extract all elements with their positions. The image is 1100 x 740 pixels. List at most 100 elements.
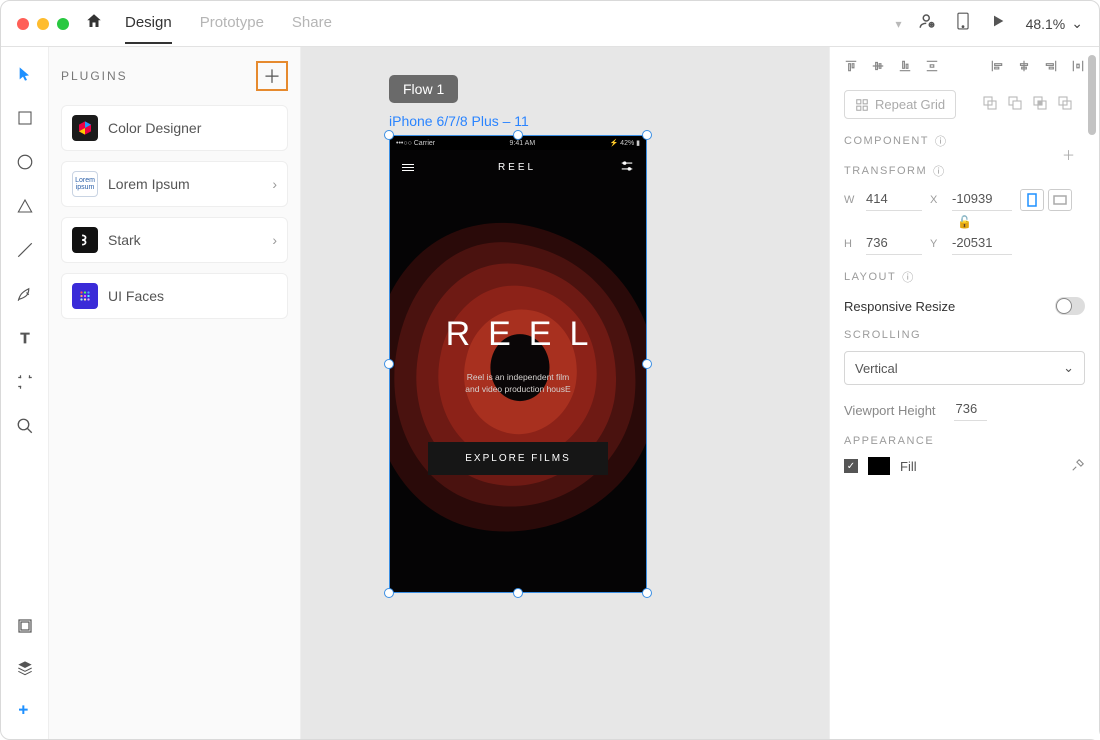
repeat-grid-label: Repeat Grid: [875, 97, 945, 112]
tab-share[interactable]: Share: [292, 3, 332, 44]
align-bottom-icon[interactable]: [898, 59, 912, 76]
resize-handle[interactable]: [642, 359, 652, 369]
zoom-dropdown[interactable]: 48.1% ⌄: [1026, 15, 1083, 32]
responsive-resize-toggle[interactable]: [1055, 297, 1085, 315]
plugin-label: Stark: [108, 232, 141, 248]
plugin-icon: [72, 283, 98, 309]
maximize-window-button[interactable]: [57, 18, 69, 30]
hero-subtitle: Reel is an independent filmand video pro…: [465, 372, 570, 396]
align-vcenter-icon[interactable]: [871, 59, 885, 76]
distribute-v-icon[interactable]: [925, 59, 939, 76]
bool-exclude-icon[interactable]: [1057, 95, 1073, 114]
plugin-item-color-designer[interactable]: Color Designer: [61, 105, 288, 151]
tab-design[interactable]: Design: [125, 3, 172, 44]
invite-user-icon[interactable]: [918, 12, 936, 35]
plugin-item-ui-faces[interactable]: UI Faces: [61, 273, 288, 319]
plugin-item-lorem-ipsum[interactable]: Loremipsum Lorem Ipsum ›: [61, 161, 288, 207]
fill-label: Fill: [900, 459, 917, 474]
resize-handle[interactable]: [642, 130, 652, 140]
add-plugin-button[interactable]: ＋: [256, 61, 288, 91]
assets-panel-icon[interactable]: [14, 615, 36, 637]
plugin-label: Lorem Ipsum: [108, 176, 190, 192]
align-row: [844, 59, 1085, 76]
landscape-button[interactable]: [1048, 189, 1072, 211]
portrait-button[interactable]: [1020, 189, 1044, 211]
resize-handle[interactable]: [384, 130, 394, 140]
text-tool-icon[interactable]: [14, 327, 36, 349]
scrolling-value: Vertical: [855, 361, 898, 376]
bool-union-icon[interactable]: [982, 95, 998, 114]
chevron-down-icon: ⌄: [1071, 15, 1083, 32]
plugin-icon: [72, 115, 98, 141]
resize-handle[interactable]: [384, 359, 394, 369]
settings-sliders-icon[interactable]: [620, 160, 634, 175]
plugin-icon: Loremipsum: [72, 171, 98, 197]
x-label: X: [930, 194, 944, 206]
appearance-section-label: APPEARANCE: [844, 435, 1085, 447]
scrollbar[interactable]: [1088, 55, 1096, 135]
distribute-h-icon[interactable]: [1071, 59, 1085, 76]
resize-handle[interactable]: [384, 588, 394, 598]
align-left-icon[interactable]: [990, 59, 1004, 76]
lock-aspect-icon[interactable]: 🔓: [844, 215, 1085, 229]
viewport-height-field[interactable]: 736: [954, 399, 988, 421]
resize-handle[interactable]: [513, 588, 523, 598]
scrolling-select[interactable]: Vertical ⌄: [844, 351, 1085, 385]
resize-handle[interactable]: [642, 588, 652, 598]
plugin-item-stark[interactable]: Stark ›: [61, 217, 288, 263]
info-icon[interactable]: ⓘ: [935, 133, 948, 149]
fill-checkbox[interactable]: ✓: [844, 459, 858, 473]
play-preview-icon[interactable]: [990, 13, 1006, 34]
minimize-window-button[interactable]: [37, 18, 49, 30]
align-hcenter-icon[interactable]: [1017, 59, 1031, 76]
fill-swatch[interactable]: [868, 457, 890, 475]
home-icon[interactable]: [85, 12, 103, 35]
plugin-icon: [72, 227, 98, 253]
align-right-icon[interactable]: [1044, 59, 1058, 76]
y-label: Y: [930, 238, 944, 250]
chevron-right-icon: ›: [272, 232, 277, 248]
select-tool-icon[interactable]: [14, 63, 36, 85]
artboard[interactable]: •••○○ Carrier 9:41 AM ⚡ 42% ▮: [389, 135, 647, 593]
phone-content: REEL REEL Reel is an independent filmand…: [390, 150, 646, 592]
mode-tabs: Design Prototype Share: [125, 3, 332, 44]
polygon-tool-icon[interactable]: [14, 195, 36, 217]
menu-icon[interactable]: [402, 164, 414, 171]
close-window-button[interactable]: [17, 18, 29, 30]
design-canvas[interactable]: Flow 1 iPhone 6/7/8 Plus – 11 •••○○ Carr…: [301, 47, 829, 739]
plugins-panel-icon[interactable]: [14, 699, 36, 721]
width-field[interactable]: 414: [866, 189, 922, 211]
explore-films-button[interactable]: EXPLORE FILMS: [428, 442, 608, 475]
component-section-label: COMPONENT: [844, 135, 929, 147]
add-component-icon[interactable]: ＋: [1062, 145, 1075, 164]
resize-handle[interactable]: [513, 130, 523, 140]
height-label: H: [844, 238, 858, 250]
y-field[interactable]: -20531: [952, 233, 1012, 255]
properties-inspector: Repeat Grid COMPONENT ⓘ ＋ TRANSFORM ⓘ W …: [829, 47, 1099, 739]
app-window: Design Prototype Share ▾ 48.1% ⌄: [0, 0, 1100, 740]
mobile-preview-icon[interactable]: [956, 12, 970, 35]
line-tool-icon[interactable]: [14, 239, 36, 261]
bool-intersect-icon[interactable]: [1032, 95, 1048, 114]
info-icon[interactable]: ⓘ: [933, 163, 946, 179]
flow-badge[interactable]: Flow 1: [389, 75, 458, 103]
layers-panel-icon[interactable]: [14, 657, 36, 679]
tab-prototype[interactable]: Prototype: [200, 3, 264, 44]
orientation-toggle: [1020, 189, 1085, 211]
align-top-icon[interactable]: [844, 59, 858, 76]
info-icon[interactable]: ⓘ: [902, 269, 915, 285]
repeat-grid-button[interactable]: Repeat Grid: [844, 90, 956, 119]
ellipse-tool-icon[interactable]: [14, 151, 36, 173]
height-field[interactable]: 736: [866, 233, 922, 255]
pen-tool-icon[interactable]: [14, 283, 36, 305]
plugin-label: UI Faces: [108, 288, 164, 304]
rectangle-tool-icon[interactable]: [14, 107, 36, 129]
dropdown-caret-icon[interactable]: ▾: [896, 17, 902, 31]
bool-subtract-icon[interactable]: [1007, 95, 1023, 114]
artboard-title[interactable]: iPhone 6/7/8 Plus – 11: [389, 113, 529, 129]
artboard-tool-icon[interactable]: [14, 371, 36, 393]
eyedropper-icon[interactable]: [1071, 458, 1085, 475]
hero-title: REEL: [430, 315, 607, 354]
zoom-tool-icon[interactable]: [14, 415, 36, 437]
x-field[interactable]: -10939: [952, 189, 1012, 211]
